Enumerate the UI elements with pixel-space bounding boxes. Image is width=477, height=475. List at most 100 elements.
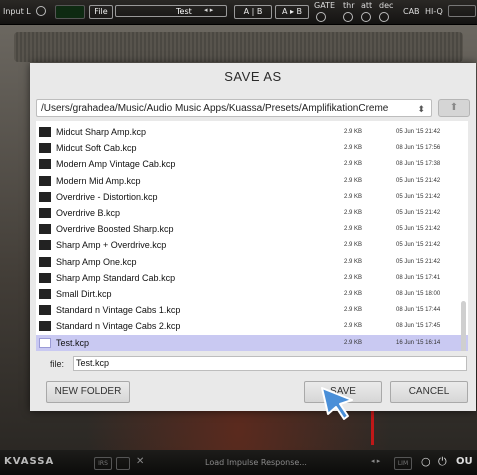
- plugin-bottom-bar: KVASSA IRS ✕ Load Impulse Response... ◂ …: [0, 450, 477, 475]
- file-row[interactable]: Sharp Amp Standard Cab.kcp 2.9 KB 08 Jun '…: [36, 270, 468, 286]
- att-knob[interactable]: [361, 12, 371, 22]
- file-name: Modern Mid Amp.kcp: [56, 175, 141, 186]
- file-name: Standard n Vintage Cabs 2.kcp: [56, 321, 181, 332]
- file-date: 05 Jun '15 21:42: [396, 129, 441, 135]
- file-row[interactable]: Test.kcp 2.9 KB 16 Jun '15 16:14: [36, 334, 468, 351]
- file-icon: [39, 224, 51, 235]
- file-list[interactable]: Midcut Sharp Amp.kcp 2.9 KB 05 Jun '15 21:…: [36, 121, 468, 351]
- cancel-button[interactable]: CANCEL: [390, 381, 468, 403]
- dec-label: dec: [379, 1, 394, 10]
- file-name: Small Dirt.kcp: [56, 289, 112, 299]
- file-name: Sharp Amp + Overdrive.kcp: [56, 240, 167, 251]
- lim-toggle-icon[interactable]: LIM: [394, 457, 412, 470]
- file-size: 2.9 KB: [344, 291, 363, 297]
- file-row[interactable]: Sharp Amp One.kcp 2.9 KB 05 Jun '15 21:42: [36, 254, 468, 270]
- file-size: 2.9 KB: [344, 145, 363, 152]
- file-date: 08 Jun '15 17:45: [396, 323, 441, 330]
- file-size: 2.9 KB: [344, 339, 363, 346]
- file-date: 05 Jun '15 21:42: [396, 242, 441, 249]
- preset-arrows-icon[interactable]: ◂ ▸: [204, 6, 213, 14]
- file-date: 08 Jun '15 17:38: [396, 161, 441, 168]
- thr-knob[interactable]: [343, 12, 353, 22]
- output-led-icon: ○: [421, 455, 431, 468]
- file-date: 08 Jun '15 17:41: [396, 274, 441, 281]
- file-row[interactable]: Overdrive B.kcp 2.9 KB 05 Jun '15 21:42: [36, 205, 468, 221]
- file-size: 2.9 KB: [344, 193, 363, 200]
- thr-label: thr: [343, 1, 355, 10]
- file-row[interactable]: Sharp Amp + Overdrive.kcp 2.9 KB 05 Jun '1…: [36, 237, 468, 253]
- input-meter: [55, 5, 85, 19]
- folder-icon[interactable]: [116, 457, 130, 470]
- path-dropdown[interactable]: /Users/grahadea/Music/Audio Music Apps/K…: [36, 99, 432, 117]
- ir-toggle-icon[interactable]: IRS: [94, 457, 112, 470]
- file-icon: [39, 337, 51, 348]
- impulse-response-label[interactable]: Load Impulse Response...: [205, 458, 307, 467]
- file-label: file:: [50, 359, 65, 369]
- kuassa-logo: KVASSA: [4, 456, 55, 467]
- file-row[interactable]: Modern Mid Amp.kcp 2.9 KB 05 Jun '15 21:42: [36, 173, 468, 189]
- file-date: 05 Jun '15 21:42: [396, 210, 441, 216]
- file-icon: [39, 175, 51, 186]
- file-name: Overdrive Boosted Sharp.kcp: [56, 224, 174, 235]
- file-name-input[interactable]: Test.kcp: [73, 356, 467, 371]
- file-name: Overdrive B.kcp: [56, 208, 121, 218]
- gate-toggle[interactable]: [316, 12, 326, 22]
- file-icon: [39, 256, 51, 267]
- file-name: Overdrive - Distortion.kcp: [56, 191, 158, 202]
- clear-icon[interactable]: ✕: [136, 456, 144, 467]
- plugin-top-bar: Input L File Test ◂ ▸ A | B A ▸ B GATE t…: [0, 0, 477, 25]
- file-row[interactable]: Midcut Soft Cab.kcp 2.9 KB 08 Jun '15 17:5…: [36, 140, 468, 156]
- file-date: 05 Jun '15 21:42: [396, 258, 441, 265]
- file-name: Midcut Sharp Amp.kcp: [56, 127, 147, 137]
- file-icon: [39, 305, 51, 316]
- file-row[interactable]: Modern Amp Vintage Cab.kcp 2.9 KB 08 Jun '…: [36, 156, 468, 172]
- save-as-dialog: SAVE AS /Users/grahadea/Music/Audio Musi…: [30, 63, 476, 411]
- new-folder-button[interactable]: NEW FOLDER: [46, 381, 130, 403]
- file-name: Modern Amp Vintage Cab.kcp: [56, 159, 176, 170]
- file-button[interactable]: File: [89, 5, 113, 19]
- file-size: 2.9 KB: [344, 177, 363, 184]
- file-icon: [39, 240, 51, 251]
- up-arrow-icon: ⬆: [449, 102, 459, 113]
- ab-toggle[interactable]: A | B: [234, 5, 272, 19]
- file-size: 2.9 KB: [344, 323, 363, 330]
- dialog-title: SAVE AS: [224, 69, 282, 84]
- file-icon: [39, 208, 51, 218]
- file-icon: [39, 143, 51, 154]
- file-date: 16 Jun '15 16:14: [396, 339, 441, 346]
- file-row[interactable]: Overdrive - Distortion.kcp 2.9 KB 05 Jun '…: [36, 189, 468, 205]
- file-icon: [39, 159, 51, 170]
- ir-arrows-icon[interactable]: ◂ ▸: [371, 457, 380, 465]
- file-name: Sharp Amp One.kcp: [56, 256, 137, 267]
- cab-hiq-toggle[interactable]: [448, 5, 476, 17]
- file-date: 08 Jun '15 17:56: [396, 145, 441, 152]
- file-row[interactable]: Small Dirt.kcp 2.9 KB 08 Jun '15 18:00: [36, 286, 468, 302]
- input-label: Input L: [3, 7, 31, 16]
- file-name: Sharp Amp Standard Cab.kcp: [56, 272, 176, 283]
- file-name: Standard n Vintage Cabs 1.kcp: [56, 305, 181, 316]
- file-size: 2.9 KB: [344, 242, 363, 249]
- path-value: /Users/grahadea/Music/Audio Music Apps/K…: [41, 103, 389, 114]
- file-icon: [39, 191, 51, 202]
- file-row[interactable]: Midcut Sharp Amp.kcp 2.9 KB 05 Jun '15 21:…: [36, 124, 468, 140]
- parent-folder-button[interactable]: ⬆: [438, 99, 470, 117]
- file-date: 05 Jun '15 21:42: [396, 226, 441, 233]
- mouse-cursor-icon: [321, 387, 353, 420]
- power-icon[interactable]: [36, 6, 46, 16]
- scrollbar[interactable]: [461, 301, 466, 351]
- file-size: 2.9 KB: [344, 161, 363, 168]
- a-to-b-button[interactable]: A ▸ B: [275, 5, 309, 19]
- file-size: 2.9 KB: [344, 226, 363, 233]
- file-row[interactable]: Overdrive Boosted Sharp.kcp 2.9 KB 05 Jun …: [36, 221, 468, 237]
- output-power-icon[interactable]: ⏻: [438, 455, 447, 469]
- amp-grille: [14, 32, 463, 62]
- file-size: 2.9 KB: [344, 274, 363, 281]
- dec-knob[interactable]: [379, 12, 389, 22]
- file-name: Test.kcp: [56, 337, 90, 348]
- hiq-label: HI-Q: [425, 7, 443, 16]
- file-row[interactable]: Standard n Vintage Cabs 1.kcp 2.9 KB 08 Ju…: [36, 302, 468, 318]
- cab-label: CAB: [403, 7, 420, 16]
- att-label: att: [361, 1, 373, 10]
- file-row[interactable]: Standard n Vintage Cabs 2.kcp 2.9 KB 08 Ju…: [36, 318, 468, 334]
- file-size: 2.9 KB: [344, 307, 363, 314]
